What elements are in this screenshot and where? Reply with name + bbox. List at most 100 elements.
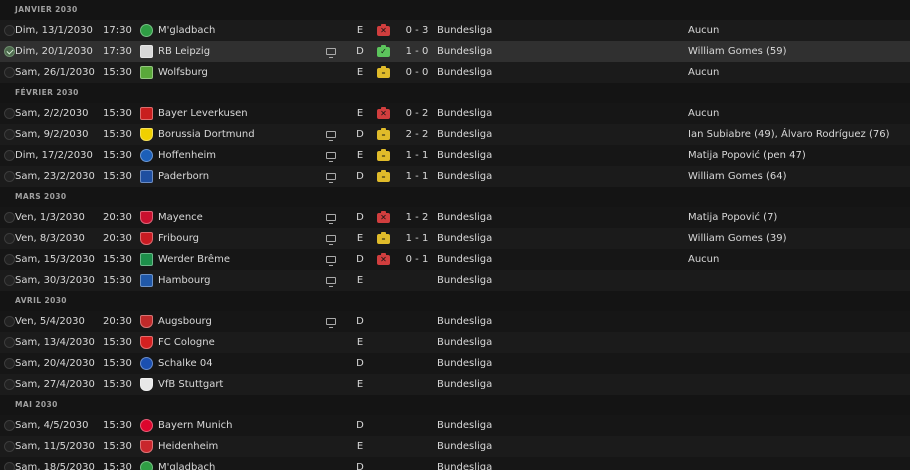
competition-link[interactable]: Bundesliga <box>437 62 492 83</box>
row-select-checkbox[interactable] <box>4 254 15 265</box>
row-select-checkbox[interactable] <box>4 25 15 36</box>
opponent-team-link[interactable]: Wolfsburg <box>158 62 208 83</box>
competition-link[interactable]: Bundesliga <box>437 249 492 270</box>
competition-link[interactable]: Bundesliga <box>437 145 492 166</box>
row-select-checkbox[interactable] <box>4 108 15 119</box>
row-select-checkbox[interactable] <box>4 316 15 327</box>
opponent-team-link[interactable]: Fribourg <box>158 228 199 249</box>
match-date: Dim, 20/1/2030 <box>15 46 93 57</box>
row-select-checkbox[interactable] <box>4 420 15 431</box>
fixture-row[interactable]: Sam, 2/2/2030 15:30 Bayer Leverkusen E ✕ 0 - … <box>0 103 910 124</box>
fixture-row[interactable]: Sam, 9/2/2030 15:30 Borussia Dortmund D –2 -… <box>0 124 910 145</box>
result-badge-icon: ✕ <box>377 211 390 223</box>
match-score[interactable]: 1 - 1 <box>398 228 436 249</box>
match-score[interactable]: 1 - 1 <box>398 145 436 166</box>
row-select-checkbox[interactable] <box>4 150 15 161</box>
match-score[interactable]: 2 - 2 <box>398 124 436 145</box>
competition-link[interactable]: Bundesliga <box>437 436 492 457</box>
fixture-row[interactable]: Sam, 30/3/2030 15:30 Hambourg E Bundesliga <box>0 270 910 291</box>
row-select-checkbox[interactable] <box>4 379 15 390</box>
opponent-team-link[interactable]: Augsbourg <box>158 311 212 332</box>
row-select-checkbox[interactable] <box>4 275 15 286</box>
match-date: Ven, 1/3/2030 <box>15 212 85 223</box>
opponent-team-link[interactable]: RB Leipzig <box>158 41 210 62</box>
fixture-row[interactable]: Dim, 17/2/2030 15:30 Hoffenheim E –1 - 1 Bund… <box>0 145 910 166</box>
club-crest-icon <box>140 149 153 162</box>
row-select-checkbox[interactable] <box>4 441 15 452</box>
row-select-checkbox[interactable] <box>4 212 15 223</box>
venue-indicator: D <box>356 316 364 327</box>
fixture-row[interactable]: Sam, 20/4/2030 15:30 Schalke 04 D Bundesliga <box>0 353 910 374</box>
opponent-team-link[interactable]: Werder Brême <box>158 249 230 270</box>
competition-link[interactable]: Bundesliga <box>437 20 492 41</box>
opponent-team-link[interactable]: Paderborn <box>158 166 209 187</box>
month-header: AVRIL 2030 <box>0 291 910 311</box>
row-select-checkbox[interactable] <box>4 46 15 57</box>
fixture-row[interactable]: Sam, 18/5/2030 15:30 M'gladbach D Bundesliga <box>0 457 910 470</box>
opponent-team-link[interactable]: VfB Stuttgart <box>158 374 223 395</box>
match-time: 15:30 <box>103 108 132 119</box>
club-crest-icon <box>140 45 153 58</box>
fixture-row[interactable]: Ven, 5/4/2030 20:30 Augsbourg D Bundesliga <box>0 311 910 332</box>
competition-link[interactable]: Bundesliga <box>437 374 492 395</box>
fixture-row[interactable]: Sam, 27/4/2030 15:30 VfB Stuttgart E Bundesl… <box>0 374 910 395</box>
tv-broadcast-icon <box>326 48 336 58</box>
match-score[interactable]: 1 - 2 <box>398 207 436 228</box>
goal-scorers: Aucun <box>688 108 720 119</box>
fixture-row[interactable]: Dim, 20/1/2030 17:30 RB Leipzig D ✓ 1 - 0 Bund… <box>0 41 910 62</box>
fixture-row[interactable]: Ven, 1/3/2030 20:30 Mayence D ✕ 1 - 2 Bundesli… <box>0 207 910 228</box>
match-date: Sam, 26/1/2030 <box>15 67 95 78</box>
competition-link[interactable]: Bundesliga <box>437 207 492 228</box>
competition-link[interactable]: Bundesliga <box>437 311 492 332</box>
opponent-team-link[interactable]: M'gladbach <box>158 20 215 41</box>
competition-link[interactable]: Bundesliga <box>437 228 492 249</box>
match-score[interactable]: 1 - 0 <box>398 41 436 62</box>
row-select-checkbox[interactable] <box>4 67 15 78</box>
competition-link[interactable]: Bundesliga <box>437 270 492 291</box>
opponent-team-link[interactable]: M'gladbach <box>158 457 215 470</box>
opponent-team-link[interactable]: Heidenheim <box>158 436 218 457</box>
competition-link[interactable]: Bundesliga <box>437 103 492 124</box>
goal-scorers: Matija Popović (pen 47) <box>688 150 806 161</box>
fixture-row[interactable]: Sam, 13/4/2030 15:30 FC Cologne E Bundesliga <box>0 332 910 353</box>
month-header: FÉVRIER 2030 <box>0 83 910 103</box>
competition-link[interactable]: Bundesliga <box>437 166 492 187</box>
opponent-team-link[interactable]: Borussia Dortmund <box>158 124 255 145</box>
competition-link[interactable]: Bundesliga <box>437 332 492 353</box>
row-select-checkbox[interactable] <box>4 337 15 348</box>
competition-link[interactable]: Bundesliga <box>437 415 492 436</box>
competition-link[interactable]: Bundesliga <box>437 457 492 470</box>
match-score[interactable]: 0 - 1 <box>398 249 436 270</box>
fixture-row[interactable]: Dim, 13/1/2030 17:30 M'gladbach E ✕ 0 - 3 Bund… <box>0 20 910 41</box>
match-score[interactable]: 1 - 1 <box>398 166 436 187</box>
match-time: 17:30 <box>103 46 132 57</box>
row-select-checkbox[interactable] <box>4 358 15 369</box>
fixture-row[interactable]: Sam, 11/5/2030 15:30 Heidenheim E Bundesliga <box>0 436 910 457</box>
fixture-row[interactable]: Sam, 26/1/2030 15:30 Wolfsburg E –0 - 0 Bunde… <box>0 62 910 83</box>
row-select-checkbox[interactable] <box>4 171 15 182</box>
opponent-team-link[interactable]: Hambourg <box>158 270 210 291</box>
opponent-team-link[interactable]: FC Cologne <box>158 332 215 353</box>
row-select-checkbox[interactable] <box>4 129 15 140</box>
competition-link[interactable]: Bundesliga <box>437 41 492 62</box>
opponent-team-link[interactable]: Bayern Munich <box>158 415 232 436</box>
competition-link[interactable]: Bundesliga <box>437 124 492 145</box>
row-select-checkbox[interactable] <box>4 462 15 470</box>
match-score[interactable]: 0 - 0 <box>398 62 436 83</box>
fixture-row[interactable]: Ven, 8/3/2030 20:30 Fribourg E –1 - 1 Bundesl… <box>0 228 910 249</box>
opponent-team-link[interactable]: Hoffenheim <box>158 145 216 166</box>
fixture-row[interactable]: Sam, 15/3/2030 15:30 Werder Brême D ✕ 0 - 1 Bu… <box>0 249 910 270</box>
fixture-row[interactable]: Sam, 4/5/2030 15:30 Bayern Munich D Bundesli… <box>0 415 910 436</box>
tv-broadcast-icon <box>326 131 336 141</box>
fixture-row[interactable]: Sam, 23/2/2030 15:30 Paderborn D –1 - 1 Bunde… <box>0 166 910 187</box>
opponent-team-link[interactable]: Schalke 04 <box>158 353 213 374</box>
competition-link[interactable]: Bundesliga <box>437 353 492 374</box>
match-score[interactable]: 0 - 3 <box>398 20 436 41</box>
opponent-team-link[interactable]: Bayer Leverkusen <box>158 103 248 124</box>
match-score[interactable]: 0 - 2 <box>398 103 436 124</box>
match-time: 15:30 <box>103 171 132 182</box>
tv-broadcast-icon <box>326 173 336 183</box>
row-select-checkbox[interactable] <box>4 233 15 244</box>
opponent-team-link[interactable]: Mayence <box>158 207 203 228</box>
match-time: 15:30 <box>103 150 132 161</box>
